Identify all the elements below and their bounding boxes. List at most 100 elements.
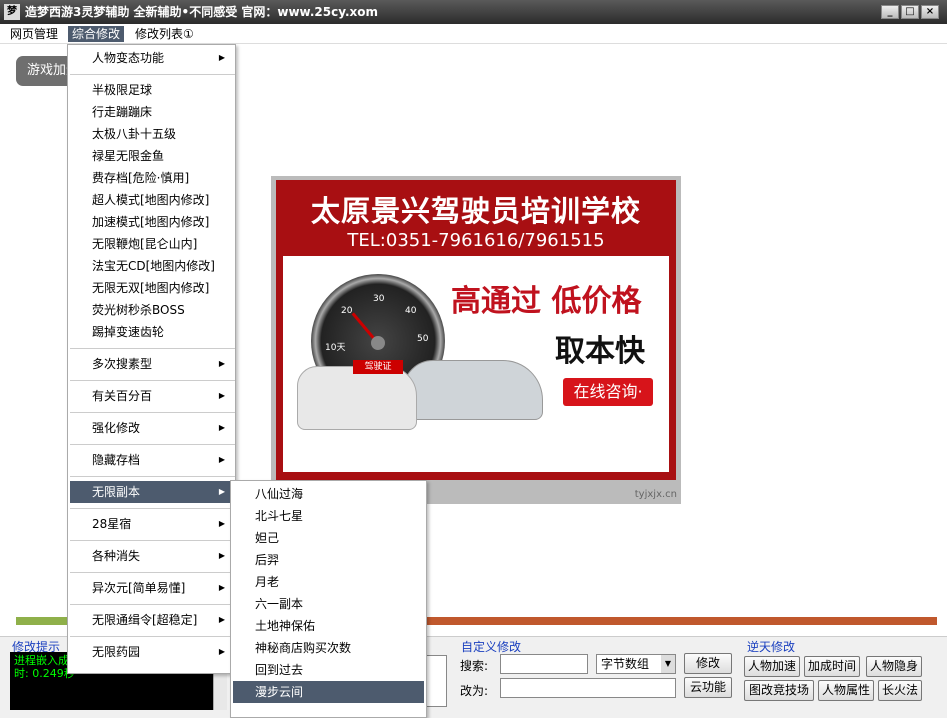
menu-modify-list[interactable]: 修改列表① — [131, 26, 198, 42]
char-attributes-button[interactable]: 人物属性 — [818, 680, 874, 701]
char-speed-button[interactable]: 人物加速 — [744, 656, 800, 677]
car-image — [403, 360, 543, 420]
menu-item[interactable]: 北斗七星 — [233, 505, 424, 527]
menu-item-label: 费存档[危险·慎用] — [92, 171, 190, 185]
menu-item[interactable]: 半极限足球 — [70, 79, 233, 101]
menu-item[interactable]: 法宝无CD[地图内修改] — [70, 255, 233, 277]
ad-body: 20 30 40 50 10天 60 驾驶证 高通过 低价格 取本快 在线咨询· — [283, 256, 669, 472]
menu-item[interactable]: 八仙过海 — [233, 483, 424, 505]
menu-general-modify[interactable]: 综合修改 — [68, 26, 125, 42]
menu-item[interactable]: 强化修改 ▶ — [70, 417, 233, 439]
menu-separator — [70, 572, 235, 573]
menu-item-label: 无限药园 — [92, 645, 141, 659]
arena-button[interactable]: 图改竞技场 — [744, 680, 814, 701]
menu-separator — [70, 444, 235, 445]
close-button[interactable]: × — [921, 5, 939, 19]
menu-item[interactable]: 无限副本 ▶ — [70, 481, 233, 503]
menu-item[interactable]: 后羿 — [233, 549, 424, 571]
bonus-time-button[interactable]: 加成时间 — [804, 656, 860, 677]
menu-item[interactable]: 行走蹦蹦床 — [70, 101, 233, 123]
menu-separator — [70, 540, 235, 541]
menu-item[interactable]: 人物变态功能 ▶ — [70, 47, 233, 69]
search-input[interactable] — [500, 654, 588, 674]
ad-tel: TEL:0351-7961616/7961515 — [347, 230, 605, 251]
online-consult-button[interactable]: 在线咨询· — [563, 378, 653, 406]
menu-item-label: 多次搜素型 — [92, 357, 153, 371]
menu-separator — [70, 380, 235, 381]
menu-item[interactable]: 踢掉变速齿轮 — [70, 321, 233, 343]
menu-item[interactable]: 太极八卦十五级 — [70, 123, 233, 145]
menu-item[interactable]: 神秘商店购买次数 — [233, 637, 424, 659]
ad-slogan-2: 取本快 — [555, 334, 645, 369]
menu-item-label: 神秘商店购买次数 — [255, 641, 352, 655]
window-title: 造梦西游3灵梦辅助 全新辅助•不同感受 官网：www.25cy.xom — [25, 5, 379, 19]
menu-item-label: 土地神保佑 — [255, 619, 316, 633]
menu-item-label: 异次元[简单易懂] — [92, 581, 186, 595]
menu-item-label: 妲己 — [255, 531, 280, 545]
menu-item-label: 月老 — [255, 575, 280, 589]
menu-item-label: 各种消失 — [92, 549, 141, 563]
menu-item[interactable]: 漫步云间 — [233, 681, 424, 703]
menu-separator — [70, 412, 235, 413]
menu-item[interactable]: 六一副本 — [233, 593, 424, 615]
car-image — [297, 366, 417, 430]
menu-item[interactable]: 土地神保佑 — [233, 615, 424, 637]
menu-item[interactable]: 28星宿 ▶ — [70, 513, 233, 535]
menu-item[interactable]: 妲己 — [233, 527, 424, 549]
gauge-label: 10天 — [325, 343, 346, 353]
char-stealth-button[interactable]: 人物隐身 — [866, 656, 922, 677]
menu-item-label: 太极八卦十五级 — [92, 127, 177, 141]
menu-item-label: 北斗七星 — [255, 509, 304, 523]
ad-banner[interactable]: 太原景兴驾驶员培训学校 TEL:0351-7961616/7961515 20 … — [271, 176, 681, 504]
cloud-button[interactable]: 云功能 — [684, 677, 732, 698]
menu-item-label: 强化修改 — [92, 421, 141, 435]
menu-item-label: 禄星无限金鱼 — [92, 149, 165, 163]
submenu-arrow-icon: ▶ — [218, 487, 225, 496]
menu-item[interactable]: 各种消失 ▶ — [70, 545, 233, 567]
change-to-input[interactable] — [500, 678, 676, 698]
ad-slogan: 高通过 低价格 — [451, 284, 642, 319]
menu-item[interactable]: 无限通缉令[超稳定] ▶ — [70, 609, 233, 631]
minimize-button[interactable]: _ — [881, 5, 899, 19]
menu-item[interactable]: 超人模式[地图内修改] — [70, 189, 233, 211]
long-fire-button[interactable]: 长火法 — [878, 680, 922, 701]
search-label: 搜索: — [460, 659, 489, 673]
chevron-down-icon: ▼ — [661, 655, 675, 673]
menu-item-label: 六一副本 — [255, 597, 304, 611]
menu-item[interactable]: 无限无双[地图内修改] — [70, 277, 233, 299]
menu-item-label: 漫步云间 — [255, 685, 304, 699]
menu-item[interactable]: 月老 — [233, 571, 424, 593]
title-bar: 梦 造梦西游3灵梦辅助 全新辅助•不同感受 官网：www.25cy.xom _ … — [0, 0, 947, 24]
menu-item[interactable]: 加速模式[地图内修改] — [70, 211, 233, 233]
menu-item[interactable]: 无限药园 ▶ — [70, 641, 233, 663]
menu-separator — [70, 636, 235, 637]
menu-item[interactable]: 有关百分百 ▶ — [70, 385, 233, 407]
menu-separator — [70, 604, 235, 605]
menu-item[interactable]: 无限鞭炮[昆仑山内] — [70, 233, 233, 255]
submenu-arrow-icon: ▶ — [218, 519, 225, 528]
gauge-label: 50 — [417, 334, 429, 344]
license-plate: 驾驶证 — [353, 360, 403, 374]
menu-item-label: 人物变态功能 — [92, 51, 165, 65]
menu-item-label: 无限鞭炮[昆仑山内] — [92, 237, 198, 251]
menu-item-label: 荧光树秒杀BOSS — [92, 303, 185, 317]
modify-button[interactable]: 修改 — [684, 653, 732, 674]
menu-item[interactable]: 异次元[简单易懂] ▶ — [70, 577, 233, 599]
type-select[interactable]: 字节数组 ▼ — [596, 654, 676, 674]
menu-item[interactable]: 多次搜素型 ▶ — [70, 353, 233, 375]
app-icon[interactable]: 梦 — [4, 4, 20, 20]
submenu-arrow-icon: ▶ — [218, 583, 225, 592]
maximize-button[interactable]: □ — [901, 5, 919, 19]
menu-item[interactable]: 费存档[危险·慎用] — [70, 167, 233, 189]
menu-item[interactable]: 荧光树秒杀BOSS — [70, 299, 233, 321]
menu-item-label: 回到过去 — [255, 663, 304, 677]
menu-web-manage[interactable]: 网页管理 — [6, 26, 62, 42]
menu-item-label: 加速模式[地图内修改] — [92, 215, 210, 229]
menu-item[interactable]: 回到过去 — [233, 659, 424, 681]
menu-item[interactable]: 隐藏存档 ▶ — [70, 449, 233, 471]
menu-bar: 网页管理 综合修改 修改列表① — [0, 24, 947, 44]
menu-item-label: 八仙过海 — [255, 487, 304, 501]
type-select-value: 字节数组 — [601, 657, 650, 671]
menu-item[interactable]: 禄星无限金鱼 — [70, 145, 233, 167]
menu-item-label: 无限通缉令[超稳定] — [92, 613, 198, 627]
